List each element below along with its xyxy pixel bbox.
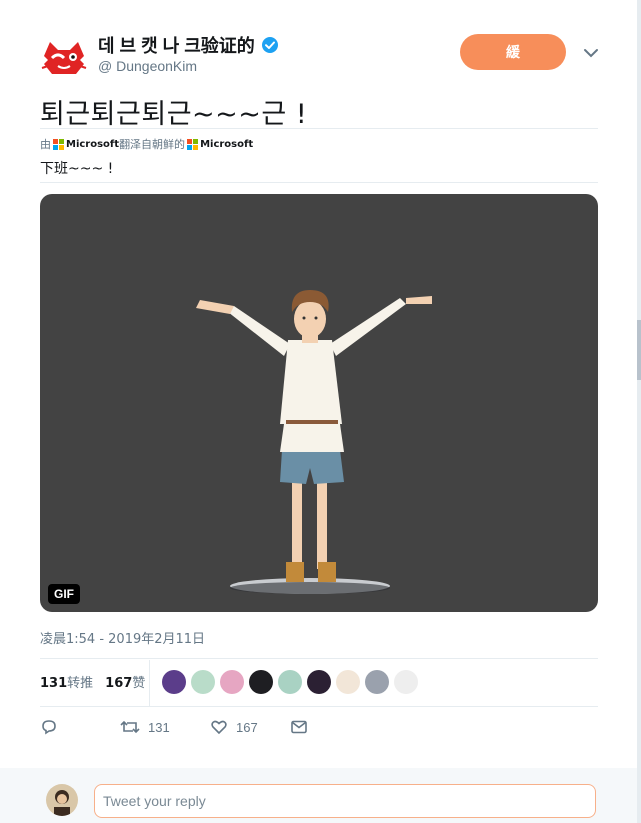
likes-label: 赞 — [132, 676, 146, 691]
direct-message-button[interactable] — [290, 718, 308, 736]
divider — [40, 706, 598, 707]
author-handle[interactable]: @ DungeonKim — [98, 58, 197, 74]
liker-avatar[interactable] — [336, 670, 360, 694]
tweet-timestamp[interactable]: 凌晨1:54 - 2019年2月11日 — [40, 628, 205, 647]
retweet-button[interactable]: 131 — [120, 718, 210, 736]
scrollbar[interactable] — [637, 0, 641, 823]
scrollbar-thumb[interactable] — [637, 320, 641, 380]
microsoft-logo-icon — [53, 138, 64, 150]
divider — [40, 658, 598, 659]
microsoft-logo-icon — [187, 138, 199, 150]
liker-avatar[interactable] — [365, 670, 389, 694]
translation-prefix: 由 — [40, 138, 51, 151]
tweet-actions: 131 167 — [40, 718, 308, 736]
author-display-name[interactable]: 데 브 캣 나 크验证的 — [98, 32, 279, 58]
liker-avatar[interactable] — [278, 670, 302, 694]
reply-icon — [42, 720, 56, 735]
gif-badge: GIF — [48, 584, 80, 604]
reply-input[interactable] — [94, 784, 596, 818]
retweets-count: 131 — [40, 676, 68, 691]
retweet-icon — [120, 720, 140, 734]
liker-avatar[interactable] — [191, 670, 215, 694]
verified-badge-icon — [261, 36, 279, 54]
retweets-stat[interactable]: 131转推 — [40, 672, 93, 691]
likes-count: 167 — [105, 676, 133, 691]
microsoft-label: Microsoft — [200, 138, 254, 150]
user-avatar[interactable] — [46, 784, 78, 816]
translation-mid: 翻泽自朝鲜的 — [119, 138, 186, 151]
liker-avatar[interactable] — [394, 670, 418, 694]
microsoft-label: Microsoft — [66, 138, 120, 150]
translation-attribution: 由 Microsoft 翻泽自朝鲜的 Microsoft — [40, 136, 253, 152]
chevron-down-icon[interactable] — [582, 44, 600, 62]
liker-avatar[interactable] — [249, 670, 273, 694]
liker-avatar[interactable] — [162, 670, 186, 694]
divider — [40, 128, 598, 129]
divider — [40, 182, 598, 183]
reply-button[interactable] — [40, 718, 120, 736]
stats-separator — [149, 660, 150, 706]
like-button[interactable]: 167 — [210, 718, 290, 736]
tweet-text: 퇴근퇴근퇴근~~~근 ! — [40, 99, 308, 130]
character-illustration — [196, 290, 432, 594]
liker-avatar[interactable] — [220, 670, 244, 694]
like-count: 167 — [236, 719, 258, 735]
media-gif[interactable]: GIF — [40, 194, 598, 612]
liker-avatars — [162, 670, 418, 694]
follow-button[interactable]: 緩 — [460, 34, 566, 70]
heart-icon — [211, 720, 227, 735]
translated-text: 下班~~~ ! — [40, 161, 114, 177]
liker-avatar[interactable] — [307, 670, 331, 694]
engagement-stats: 131转推 167赞 — [40, 672, 145, 691]
retweet-count: 131 — [148, 719, 170, 735]
author-avatar[interactable] — [40, 34, 88, 82]
envelope-icon — [291, 720, 307, 734]
likes-stat[interactable]: 167赞 — [105, 672, 145, 691]
display-name-text: 데 브 캣 나 크验证的 — [98, 36, 255, 56]
retweets-label: 转推 — [67, 676, 94, 691]
